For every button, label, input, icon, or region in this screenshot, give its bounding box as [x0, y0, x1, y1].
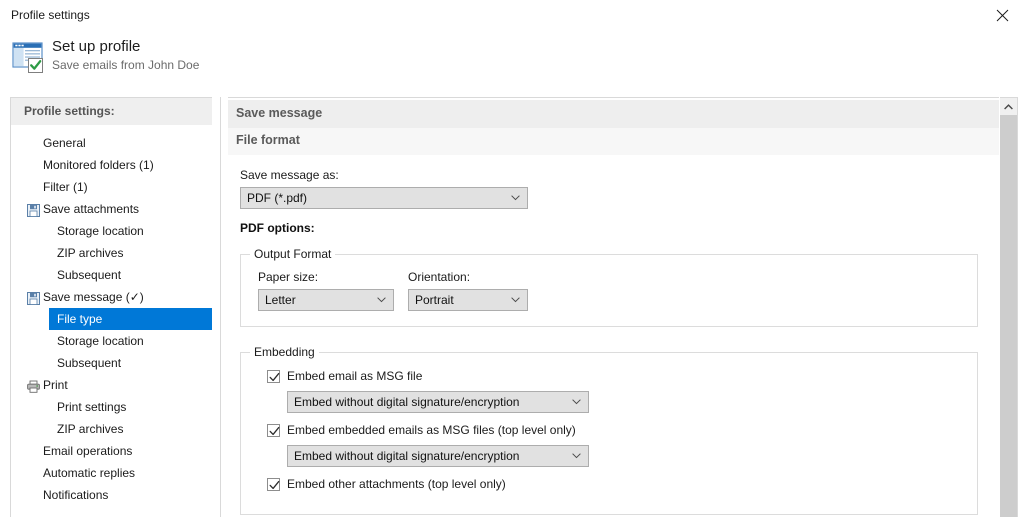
save-message-as-label: Save message as: [240, 168, 339, 182]
chevron-up-icon [1004, 103, 1013, 109]
output-format-groupbox: Output Format Paper size: Letter Orienta… [240, 247, 978, 327]
sidebar-item-label: Email operations [43, 444, 133, 458]
chevron-down-icon [572, 399, 581, 405]
checkmark-icon [269, 372, 280, 382]
chevron-down-icon [511, 297, 520, 303]
section-header-save-message: Save message [228, 100, 999, 128]
sidebar-item-label: Print settings [57, 400, 127, 414]
window-title: Profile settings [11, 8, 90, 22]
orientation-dropdown[interactable]: Portrait [408, 289, 528, 311]
orientation-value: Portrait [415, 293, 454, 307]
sidebar-item-save-message[interactable]: Save message (✓) [11, 286, 212, 308]
sidebar-item-zip-archives[interactable]: ZIP archives [11, 418, 212, 440]
paper-size-dropdown[interactable]: Letter [258, 289, 394, 311]
save-disk-icon [27, 202, 40, 217]
embed-email-signature-value: Embed without digital signature/encrypti… [294, 395, 520, 409]
close-button[interactable] [979, 0, 1025, 31]
embed-embedded-signature-dropdown[interactable]: Embed without digital signature/encrypti… [287, 445, 589, 467]
sidebar-item-label: Save message (✓) [43, 290, 144, 304]
sidebar-item-label: Storage location [57, 224, 144, 238]
sidebar: Profile settings: General Monitored folde… [10, 97, 212, 517]
sidebar-item-label: File type [57, 312, 103, 326]
sidebar-item-label: Automatic replies [43, 466, 136, 480]
paper-size-label: Paper size: [258, 270, 319, 284]
chevron-down-icon [377, 297, 386, 303]
section-header-save-message-label: Save message [236, 106, 323, 120]
sidebar-item-subsequent[interactable]: Subsequent [11, 264, 212, 286]
sidebar-item-label: Filter (1) [43, 180, 88, 194]
section-header-file-format-label: File format [236, 133, 300, 147]
embed-email-as-msg-checkbox[interactable] [267, 370, 280, 383]
content-right-border [1017, 97, 1018, 517]
embed-email-as-msg-label: Embed email as MSG file [287, 369, 423, 383]
printer-icon [27, 378, 40, 393]
paper-size-value: Letter [265, 293, 296, 307]
sidebar-item-label: ZIP archives [57, 422, 124, 436]
save-disk-icon [27, 290, 40, 305]
sidebar-header: Profile settings: [11, 98, 212, 125]
embed-other-attachments-checkbox[interactable] [267, 478, 280, 491]
sidebar-item-print-settings[interactable]: Print settings [11, 396, 212, 418]
embedding-groupbox: Embedding Embed email as MSG file Embed … [240, 345, 978, 515]
sidebar-item-label: Subsequent [57, 356, 122, 370]
sidebar-item-label: General [43, 136, 86, 150]
page-header: Set up profile Save emails from John Doe [0, 31, 1025, 89]
header-title: Set up profile [52, 38, 141, 55]
sidebar-list: General Monitored folders (1) Filter (1) Sa… [11, 132, 212, 506]
scroll-up-button[interactable] [1000, 98, 1017, 115]
sidebar-item-label: Storage location [57, 334, 144, 348]
sidebar-item-label: Subsequent [57, 268, 122, 282]
close-icon [996, 9, 1008, 22]
embed-embedded-emails-label: Embed embedded emails as MSG files (top … [287, 423, 576, 437]
section-header-file-format: File format [228, 128, 999, 155]
vertical-scrollbar[interactable] [1000, 97, 1017, 517]
sidebar-item-file-type[interactable]: File type [49, 308, 212, 330]
sidebar-item-storage-location[interactable]: Storage location [11, 220, 212, 242]
output-format-legend: Output Format [250, 247, 336, 261]
sidebar-item-label: Monitored folders (1) [43, 158, 154, 172]
sidebar-item-filter-1[interactable]: Filter (1) [11, 176, 212, 198]
sidebar-item-label: Save attachments [43, 202, 140, 216]
embedding-legend: Embedding [250, 345, 319, 359]
sidebar-item-subsequent[interactable]: Subsequent [11, 352, 212, 374]
sidebar-item-storage-location[interactable]: Storage location [11, 330, 212, 352]
embed-other-attachments-label: Embed other attachments (top level only) [287, 477, 506, 491]
checkmark-icon [269, 426, 280, 436]
pdf-options-label: PDF options: [240, 221, 315, 235]
orientation-label: Orientation: [408, 270, 471, 284]
embed-embedded-signature-value: Embed without digital signature/encrypti… [294, 449, 520, 463]
sidebar-item-zip-archives[interactable]: ZIP archives [11, 242, 212, 264]
sidebar-header-label: Profile settings: [24, 104, 115, 118]
chevron-down-icon [572, 453, 581, 459]
sidebar-item-label: Print [43, 378, 68, 392]
embed-embedded-emails-checkbox[interactable] [267, 424, 280, 437]
sidebar-item-print[interactable]: Print [11, 374, 212, 396]
sidebar-item-save-attachments[interactable]: Save attachments [11, 198, 212, 220]
sidebar-item-monitored-folders-1[interactable]: Monitored folders (1) [11, 154, 212, 176]
title-bar: Profile settings [0, 0, 1025, 31]
sidebar-item-automatic-replies[interactable]: Automatic replies [11, 462, 212, 484]
header-subtitle: Save emails from John Doe [52, 58, 200, 72]
main-content: Save message File format Save message as… [228, 97, 999, 517]
sidebar-item-label: Notifications [43, 488, 109, 502]
embed-email-signature-dropdown[interactable]: Embed without digital signature/encrypti… [287, 391, 589, 413]
sidebar-item-email-operations[interactable]: Email operations [11, 440, 212, 462]
chevron-down-icon [511, 195, 520, 201]
sidebar-item-general[interactable]: General [11, 132, 212, 154]
panel-divider [220, 97, 221, 517]
sidebar-item-label: ZIP archives [57, 246, 124, 260]
save-message-as-value: PDF (*.pdf) [247, 191, 308, 205]
profile-document-check-icon [11, 39, 47, 75]
save-message-as-dropdown[interactable]: PDF (*.pdf) [240, 187, 528, 209]
sidebar-item-notifications[interactable]: Notifications [11, 484, 212, 506]
checkmark-icon [269, 480, 280, 490]
